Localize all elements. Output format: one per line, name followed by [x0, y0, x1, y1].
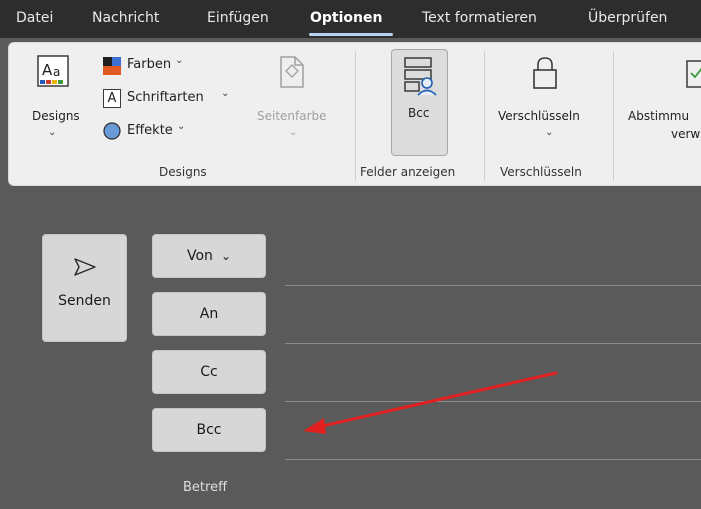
red-arrow-annotation [303, 371, 558, 434]
